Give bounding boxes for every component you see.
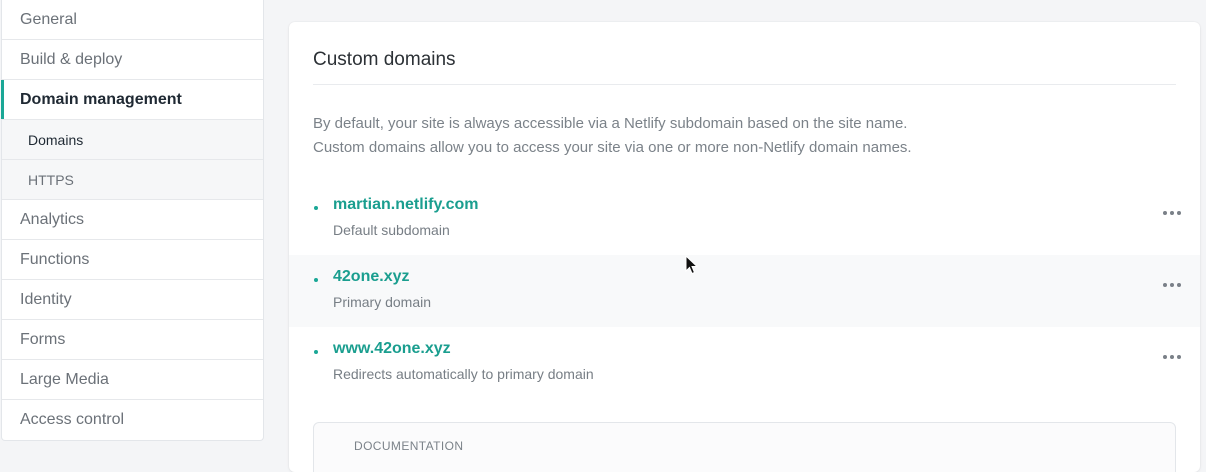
sidebar-item-functions[interactable]: Functions [2,240,263,280]
sidebar-item-forms[interactable]: Forms [2,320,263,360]
custom-domains-card: Custom domains By default, your site is … [289,22,1200,472]
sidebar-item-analytics[interactable]: Analytics [2,200,263,240]
domain-note: Redirects automatically to primary domai… [333,366,594,382]
more-options-icon[interactable] [1160,350,1184,364]
sidebar-item-domain-management[interactable]: Domain management [1,80,263,120]
card-title: Custom domains [313,49,456,70]
sidebar-subitem-domains[interactable]: Domains [2,120,263,160]
sidebar-item-large-media[interactable]: Large Media [2,360,263,400]
bullet-icon [314,278,318,282]
domain-link[interactable]: www.42one.xyz [333,340,451,358]
domain-row: www.42one.xyz Redirects automatically to… [289,327,1200,399]
title-divider [313,84,1176,85]
domain-row: 42one.xyz Primary domain [289,255,1200,327]
domain-note: Primary domain [333,294,432,310]
settings-sidebar: General Build & deploy Domain management… [1,0,264,441]
more-options-icon[interactable] [1160,206,1184,220]
sidebar-item-access-control[interactable]: Access control [2,400,263,440]
domain-link[interactable]: 42one.xyz [333,268,409,286]
description-line-2: Custom domains allow you to access your … [313,139,912,156]
card-description: By default, your site is always accessib… [313,112,912,160]
documentation-panel: DOCUMENTATION [313,422,1176,472]
domain-link[interactable]: martian.netlify.com [333,196,479,214]
sidebar-item-identity[interactable]: Identity [2,280,263,320]
domain-row: martian.netlify.com Default subdomain [289,183,1200,255]
description-line-1: By default, your site is always accessib… [313,115,908,132]
sidebar-item-build-deploy[interactable]: Build & deploy [2,40,263,80]
bullet-icon [314,350,318,354]
bullet-icon [314,206,318,210]
documentation-label: DOCUMENTATION [354,439,464,453]
more-options-icon[interactable] [1160,278,1184,292]
sidebar-subitem-https[interactable]: HTTPS [2,160,263,200]
domain-note: Default subdomain [333,222,450,238]
sidebar-item-general[interactable]: General [2,0,263,40]
